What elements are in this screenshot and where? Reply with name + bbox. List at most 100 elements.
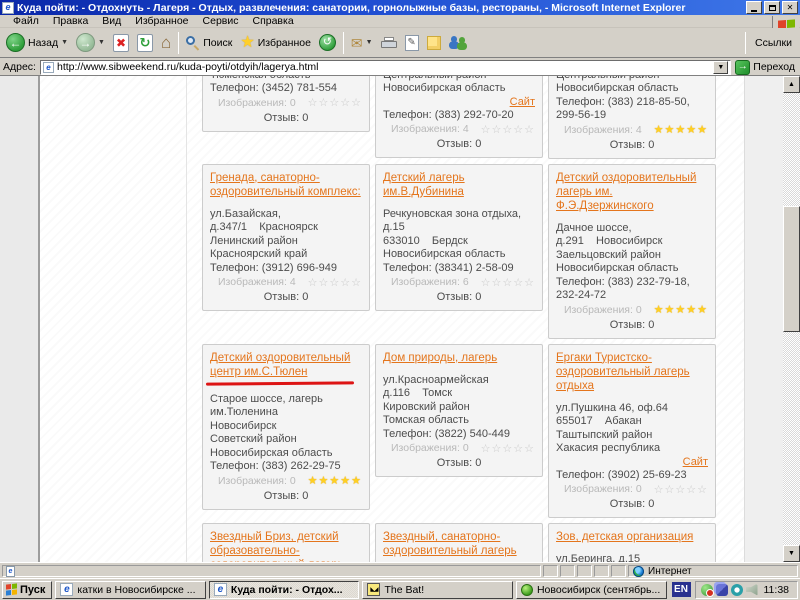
listing-address-line: 655017 Абакан	[556, 415, 708, 429]
window-controls: ✕	[746, 1, 798, 14]
images-stars-row: Изображения: 4★★★★★	[556, 124, 708, 137]
status-pane	[577, 565, 592, 577]
restore-button[interactable]	[764, 1, 780, 14]
refresh-icon: ↻	[137, 34, 153, 52]
back-button[interactable]: ← Назад ▼	[2, 31, 72, 54]
rating-stars[interactable]: ★★★★★	[308, 475, 362, 487]
standard-toolbar: ← Назад ▼ → ▼ ✖ ↻ ⌂ Поиск ★ Избранное ↺ …	[0, 28, 800, 58]
vertical-scrollbar[interactable]: ▲ ▼	[783, 76, 800, 562]
star-empty-icon: ☆	[308, 277, 319, 289]
review-count: Отзыв: 0	[210, 490, 362, 503]
mail-icon: ✉	[351, 36, 363, 50]
task-button-4[interactable]: Новосибирск (сентябрь...	[516, 581, 667, 599]
review-count: Отзыв: 0	[383, 138, 535, 151]
task-button-1[interactable]: eкатки в Новосибирске ...	[55, 581, 206, 599]
menu-item-1[interactable]: Файл	[6, 15, 46, 27]
images-count-label: Изображения: 0	[218, 475, 296, 488]
stop-button[interactable]: ✖	[109, 32, 133, 54]
app-tray-icon[interactable]	[731, 584, 743, 596]
close-button[interactable]: ✕	[782, 1, 798, 14]
menu-item-2[interactable]: Правка	[46, 15, 95, 27]
listing-title-link[interactable]: Детский оздоровительный лагерь им. Ф.Э.Д…	[556, 171, 708, 213]
listing-address-line: Ленинский район	[210, 235, 362, 249]
task-button-label: The Bat!	[384, 584, 424, 596]
antivirus-tray-icon[interactable]	[701, 584, 713, 596]
listing-title-link[interactable]: Детский лагерь им.В.Дубинина	[383, 171, 535, 199]
go-button[interactable]: → Переход	[735, 60, 797, 75]
rating-stars[interactable]: ★★★★★	[654, 124, 708, 136]
listing-title-link[interactable]: Зов, детская организация	[556, 530, 708, 544]
search-label: Поиск	[203, 37, 232, 49]
listing-address-line: Новосибирская область	[383, 248, 535, 262]
rating-stars[interactable]: ☆☆☆☆☆	[308, 97, 362, 109]
star-filled-icon: ★	[675, 304, 686, 316]
star-empty-icon: ☆	[329, 97, 340, 109]
messenger-button[interactable]	[445, 34, 471, 52]
listing-address-line: ул.Красноармейская д.116 Томск	[383, 374, 535, 401]
listing-title-link[interactable]: Детский оздоровительный центр им.С.Тюлен	[210, 351, 362, 379]
address-bar: Адрес: e http://www.sibweekend.ru/kuda-p…	[0, 59, 800, 76]
listing-card: Дом природы, лагерь ул.Красноармейская д.…	[375, 344, 543, 478]
listing-phone: Телефон: (3912) 696-949	[210, 262, 362, 276]
menu-item-6[interactable]: Справка	[245, 15, 300, 27]
search-button[interactable]: Поиск	[182, 34, 236, 52]
scrollbar-thumb[interactable]	[783, 206, 800, 332]
mail-dropdown-icon[interactable]: ▼	[366, 39, 373, 46]
links-bar[interactable]: Ссылки	[742, 32, 798, 54]
listing-title-link[interactable]: Гренада, санаторно-оздоровительный компл…	[210, 171, 362, 199]
scroll-down-button[interactable]: ▼	[783, 545, 800, 562]
menu-item-5[interactable]: Сервис	[196, 15, 246, 27]
menu-item-4[interactable]: Избранное	[128, 15, 195, 27]
page-right-margin	[745, 76, 783, 562]
star-filled-icon: ★	[665, 124, 676, 136]
site-link[interactable]: Сайт	[510, 96, 535, 108]
site-link[interactable]: Сайт	[683, 456, 708, 468]
rating-stars[interactable]: ☆☆☆☆☆	[481, 124, 535, 136]
volume-tray-icon[interactable]	[746, 584, 758, 596]
forward-button[interactable]: → ▼	[72, 31, 109, 54]
page-left-margin	[0, 76, 40, 562]
address-dropdown-button[interactable]: ▼	[713, 61, 728, 74]
images-stars-row: Изображения: 0☆☆☆☆☆	[556, 483, 708, 496]
listing-address-line: ул.Пушкина 46, оф.64	[556, 402, 708, 416]
review-count: Отзыв: 0	[556, 319, 708, 332]
task-button-2[interactable]: eКуда пойти: - Отдох...	[209, 581, 360, 599]
listing-title-link[interactable]: Ергаки Туристско-оздоровительный лагерь …	[556, 351, 708, 393]
address-input[interactable]: e http://www.sibweekend.ru/kuda-poyti/ot…	[40, 60, 731, 75]
listing-phone: Телефон: (383) 218-85-50, 299-56-19	[556, 96, 708, 123]
task-button-3[interactable]: ◣◢The Bat!	[362, 581, 513, 599]
mail-button[interactable]: ✉ ▼	[347, 34, 377, 52]
restore-icon	[769, 5, 776, 11]
minimize-button[interactable]	[746, 1, 762, 14]
images-count-label: Изображения: 4	[218, 276, 296, 289]
menu-item-3[interactable]: Вид	[95, 15, 128, 27]
favorites-button[interactable]: ★ Избранное	[236, 33, 315, 53]
listing-title-link[interactable]: Звездный, санаторно-оздоровительный лаге…	[383, 530, 535, 558]
rating-stars[interactable]: ☆☆☆☆☆	[481, 443, 535, 455]
home-icon: ⌂	[161, 34, 171, 51]
start-button[interactable]: Пуск	[2, 581, 52, 599]
star-empty-icon: ☆	[513, 277, 524, 289]
internet-globe-icon	[633, 566, 644, 577]
listing-title-link[interactable]: Звездный Бриз, детский образовательно-оз…	[210, 530, 362, 562]
rating-stars[interactable]: ☆☆☆☆☆	[481, 277, 535, 289]
scroll-up-button[interactable]: ▲	[783, 76, 800, 93]
network-tray-icon[interactable]	[716, 584, 728, 596]
rating-stars[interactable]: ☆☆☆☆☆	[654, 484, 708, 496]
discuss-button[interactable]	[423, 34, 445, 52]
document-icon: e	[6, 566, 15, 577]
print-button[interactable]	[377, 35, 401, 51]
rating-stars[interactable]: ☆☆☆☆☆	[308, 277, 362, 289]
listing-title-link[interactable]: Дом природы, лагерь	[383, 351, 535, 365]
history-button[interactable]: ↺	[315, 32, 340, 53]
star-empty-icon: ☆	[351, 97, 362, 109]
address-url[interactable]: http://www.sibweekend.ru/kuda-poyti/otdy…	[57, 61, 710, 73]
rating-stars[interactable]: ★★★★★	[654, 304, 708, 316]
taskbar-clock: 11:38	[761, 584, 793, 596]
back-dropdown-icon[interactable]: ▼	[61, 39, 68, 46]
home-button[interactable]: ⌂	[157, 32, 175, 53]
edit-button[interactable]: ✎	[401, 33, 423, 53]
language-indicator[interactable]: EN	[672, 582, 691, 597]
forward-dropdown-icon[interactable]: ▼	[98, 39, 105, 46]
refresh-button[interactable]: ↻	[133, 32, 157, 54]
